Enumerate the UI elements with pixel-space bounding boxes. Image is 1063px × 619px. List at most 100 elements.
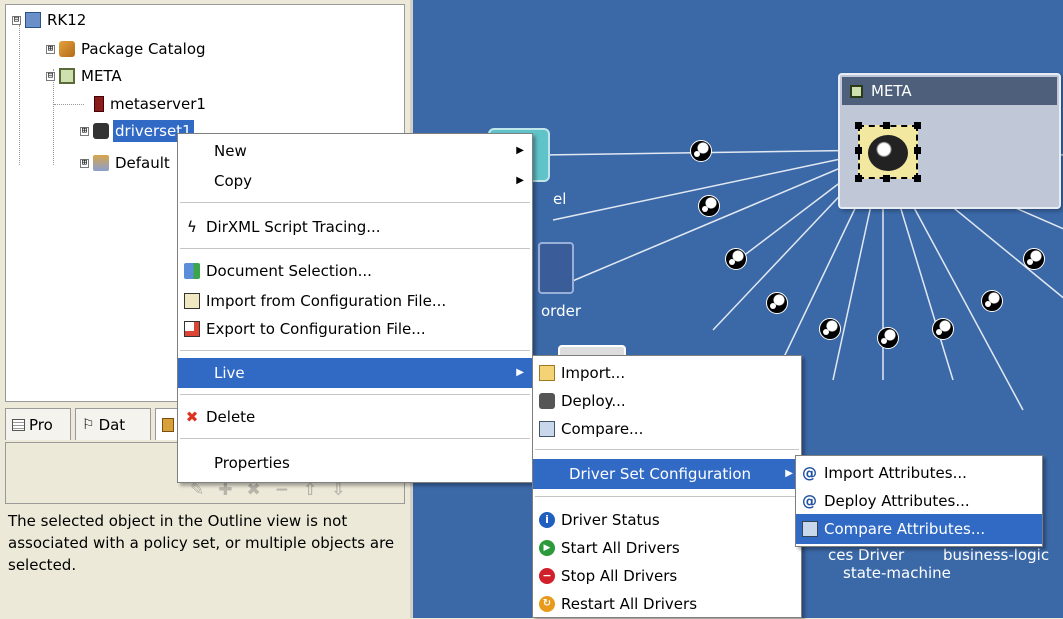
collapse-icon[interactable]: ⊟ bbox=[12, 15, 21, 25]
menu-item-label: Import... bbox=[561, 364, 626, 382]
tree-item-metaserver1[interactable]: metaserver1 bbox=[94, 93, 208, 115]
resize-handle[interactable] bbox=[855, 122, 862, 129]
tab-properties[interactable]: Pro bbox=[5, 408, 71, 440]
compare-attributes-icon bbox=[802, 521, 818, 537]
resize-handle[interactable] bbox=[883, 122, 890, 129]
driverset-icon bbox=[868, 135, 908, 171]
menu-item-deploy-attributes[interactable]: @ Deploy Attributes... bbox=[796, 486, 1042, 516]
menu-separator bbox=[535, 449, 799, 450]
move-down-icon[interactable]: ⇩ bbox=[331, 480, 345, 500]
compare-icon bbox=[539, 421, 555, 437]
driver-label: business-logic bbox=[943, 546, 1050, 564]
connection-icon bbox=[698, 195, 720, 217]
resize-handle[interactable] bbox=[914, 175, 921, 182]
move-up-icon[interactable]: ⇧ bbox=[303, 480, 317, 500]
menu-item-new[interactable]: New ▶ bbox=[178, 136, 532, 166]
tab-label: Dat bbox=[98, 415, 126, 434]
minus-icon[interactable]: − bbox=[275, 480, 289, 500]
tree-item-label: RK12 bbox=[47, 11, 87, 29]
menu-item-label: Restart All Drivers bbox=[561, 595, 698, 613]
driverset-icon bbox=[93, 123, 109, 139]
submenu-arrow-icon: ▶ bbox=[516, 175, 524, 186]
menu-item-compare-attributes[interactable]: Compare Attributes... bbox=[796, 514, 1042, 544]
tree-item-meta[interactable]: ⊟ META bbox=[46, 65, 124, 87]
stop-icon: − bbox=[539, 568, 555, 584]
menu-item-label: Driver Set Configuration bbox=[569, 465, 752, 483]
menu-item-label: Compare Attributes... bbox=[824, 520, 986, 538]
expand-icon[interactable]: ⊞ bbox=[80, 126, 89, 136]
driver-label: el bbox=[553, 190, 567, 208]
vault-node-title: META bbox=[842, 77, 1057, 105]
expand-icon[interactable]: ⊞ bbox=[46, 44, 55, 54]
submenu-arrow-icon: ▶ bbox=[516, 145, 524, 156]
driver-label: state-machine bbox=[843, 564, 951, 582]
tab-dataflow[interactable]: ⚐ Dat bbox=[75, 408, 151, 440]
menu-item-delete[interactable]: ✖ Delete bbox=[178, 402, 532, 432]
connection-icon bbox=[690, 140, 712, 162]
menu-item-live-deploy[interactable]: Deploy... bbox=[533, 386, 801, 416]
menu-item-copy[interactable]: Copy ▶ bbox=[178, 166, 532, 196]
tree-item-default[interactable]: ⊞ Default bbox=[80, 152, 172, 174]
deploy-attributes-icon: @ bbox=[802, 492, 817, 510]
connection-icon bbox=[819, 318, 841, 340]
driver-node[interactable] bbox=[538, 242, 574, 294]
vault-icon bbox=[59, 68, 75, 84]
context-menu: New ▶ Copy ▶ ϟ DirXML Script Tracing... … bbox=[177, 133, 533, 483]
menu-item-label: Driver Status bbox=[561, 511, 660, 529]
menu-item-driver-set-configuration[interactable]: Driver Set Configuration ▶ bbox=[533, 459, 801, 489]
menu-item-start-all[interactable]: ▶ Start All Drivers bbox=[533, 533, 801, 563]
menu-item-import-attributes[interactable]: @ Import Attributes... bbox=[796, 458, 1042, 488]
vault-node[interactable]: META bbox=[838, 73, 1061, 209]
resize-handle[interactable] bbox=[883, 175, 890, 182]
tree-item-rk12[interactable]: ⊟ RK12 bbox=[12, 9, 88, 31]
blank-icon bbox=[184, 365, 200, 381]
menu-item-live[interactable]: Live ▶ bbox=[178, 358, 532, 388]
menu-separator bbox=[180, 248, 530, 249]
resize-handle[interactable] bbox=[914, 122, 921, 129]
vault-icon bbox=[850, 84, 863, 98]
menu-item-restart-all[interactable]: ↻ Restart All Drivers bbox=[533, 589, 801, 619]
menu-item-label: Copy bbox=[214, 172, 253, 190]
menu-item-driver-status[interactable]: i Driver Status bbox=[533, 505, 801, 535]
menu-item-stop-all[interactable]: − Stop All Drivers bbox=[533, 561, 801, 591]
menu-item-label: Export to Configuration File... bbox=[206, 320, 426, 338]
resize-handle[interactable] bbox=[855, 175, 862, 182]
driver-label: order bbox=[541, 302, 581, 320]
menu-item-label: Live bbox=[214, 364, 245, 382]
add-icon[interactable]: ✚ bbox=[218, 480, 232, 500]
edit-icon[interactable]: ✎ bbox=[190, 480, 204, 500]
tab-label: Pro bbox=[29, 415, 53, 434]
menu-item-properties[interactable]: Properties bbox=[178, 448, 532, 478]
menu-item-label: Delete bbox=[206, 408, 256, 426]
blank-icon bbox=[539, 466, 555, 482]
tree-item-label: META bbox=[81, 67, 122, 85]
blank-icon bbox=[184, 455, 200, 471]
submenu-arrow-icon: ▶ bbox=[785, 468, 793, 479]
menu-item-live-compare[interactable]: Compare... bbox=[533, 414, 801, 444]
menu-separator bbox=[180, 394, 530, 395]
menu-item-import-config[interactable]: Import from Configuration File... bbox=[178, 286, 532, 316]
resize-handle[interactable] bbox=[855, 147, 862, 154]
connection-icon bbox=[877, 327, 899, 349]
remove-icon[interactable]: ✖ bbox=[247, 480, 261, 500]
menu-item-export-config[interactable]: Export to Configuration File... bbox=[178, 314, 532, 344]
collapse-icon[interactable]: ⊟ bbox=[46, 71, 55, 81]
expand-icon[interactable]: ⊞ bbox=[80, 158, 89, 168]
menu-separator bbox=[180, 438, 530, 439]
blank-icon bbox=[184, 173, 200, 189]
menu-item-label: New bbox=[214, 142, 247, 160]
package-icon bbox=[59, 41, 75, 57]
resize-handle[interactable] bbox=[914, 147, 921, 154]
folder-import-icon bbox=[539, 365, 555, 381]
tree-item-label: Package Catalog bbox=[81, 40, 206, 58]
connection-icon bbox=[981, 290, 1003, 312]
tree-item-package-catalog[interactable]: ⊞ Package Catalog bbox=[46, 38, 208, 60]
menu-item-live-import[interactable]: Import... bbox=[533, 358, 801, 388]
menu-item-script-tracing[interactable]: ϟ DirXML Script Tracing... bbox=[178, 212, 532, 242]
import-attributes-icon: @ bbox=[802, 464, 817, 482]
driverset-node[interactable] bbox=[855, 122, 921, 182]
menu-item-label: Properties bbox=[214, 454, 290, 472]
restart-icon: ↻ bbox=[539, 596, 555, 612]
connection-icon bbox=[1023, 248, 1045, 270]
menu-item-document-selection[interactable]: Document Selection... bbox=[178, 256, 532, 286]
